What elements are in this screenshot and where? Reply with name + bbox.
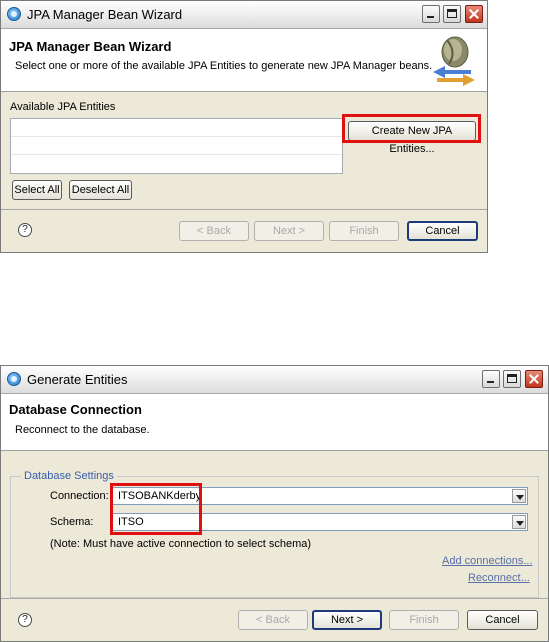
title-bar[interactable]: Generate Entities — [1, 366, 548, 394]
next-button[interactable]: Next > — [254, 221, 324, 241]
close-button[interactable] — [525, 370, 543, 388]
group-title: Database Settings — [21, 470, 117, 482]
help-icon[interactable]: ? — [18, 223, 32, 237]
jpa-manager-bean-wizard-dialog: JPA Manager Bean Wizard JPA Manager Bean… — [0, 0, 488, 253]
finish-button[interactable]: Finish — [389, 610, 459, 630]
entities-list[interactable] — [10, 118, 343, 174]
close-button[interactable] — [465, 5, 483, 23]
list-row — [11, 137, 342, 155]
list-row — [11, 119, 342, 137]
eclipse-globe-icon — [7, 7, 21, 21]
add-connections-link[interactable]: Add connections... — [442, 555, 533, 567]
reconnect-link[interactable]: Reconnect... — [468, 572, 530, 584]
cancel-button[interactable]: Cancel — [467, 610, 538, 630]
eclipse-globe-icon — [7, 372, 21, 386]
page-description: Reconnect to the database. — [15, 424, 150, 436]
connection-combo[interactable]: ITSOBANKderby — [111, 487, 528, 505]
create-new-jpa-entities-button[interactable]: Create New JPA Entities... — [348, 121, 476, 155]
page-title: JPA Manager Bean Wizard — [9, 39, 172, 54]
back-button[interactable]: < Back — [238, 610, 308, 630]
footer-separator — [1, 598, 548, 599]
minimize-button[interactable] — [422, 5, 440, 23]
maximize-button[interactable] — [443, 5, 461, 23]
title-bar[interactable]: JPA Manager Bean Wizard — [1, 1, 487, 29]
chevron-down-icon[interactable] — [512, 489, 526, 503]
cancel-button[interactable]: Cancel — [407, 221, 478, 241]
back-button[interactable]: < Back — [179, 221, 249, 241]
wizard-banner: Database Connection Reconnect to the dat… — [1, 394, 548, 451]
connection-label: Connection: — [50, 490, 109, 502]
next-button[interactable]: Next > — [312, 610, 382, 630]
minimize-button[interactable] — [482, 370, 500, 388]
select-all-button[interactable]: Select All — [12, 180, 62, 200]
schema-combo[interactable]: ITSO — [111, 513, 528, 531]
footer-separator — [1, 209, 487, 210]
window-title: JPA Manager Bean Wizard — [27, 7, 183, 22]
schema-value: ITSO — [118, 516, 144, 528]
generate-entities-dialog: Generate Entities Database Connection Re… — [0, 365, 549, 642]
help-icon[interactable]: ? — [18, 613, 32, 627]
list-row — [11, 155, 342, 172]
available-entities-label: Available JPA Entities — [10, 101, 116, 113]
page-title: Database Connection — [9, 402, 142, 417]
schema-note: (Note: Must have active connection to se… — [50, 538, 312, 550]
coffee-bean-arrows-icon — [433, 36, 475, 86]
schema-label: Schema: — [50, 516, 94, 528]
deselect-all-button[interactable]: Deselect All — [69, 180, 132, 200]
page-description: Select one or more of the available JPA … — [15, 60, 433, 72]
window-title: Generate Entities — [27, 372, 128, 387]
connection-value: ITSOBANKderby — [118, 490, 202, 502]
maximize-button[interactable] — [503, 370, 521, 388]
chevron-down-icon[interactable] — [512, 515, 526, 529]
finish-button[interactable]: Finish — [329, 221, 399, 241]
wizard-banner: JPA Manager Bean Wizard Select one or mo… — [1, 29, 487, 92]
